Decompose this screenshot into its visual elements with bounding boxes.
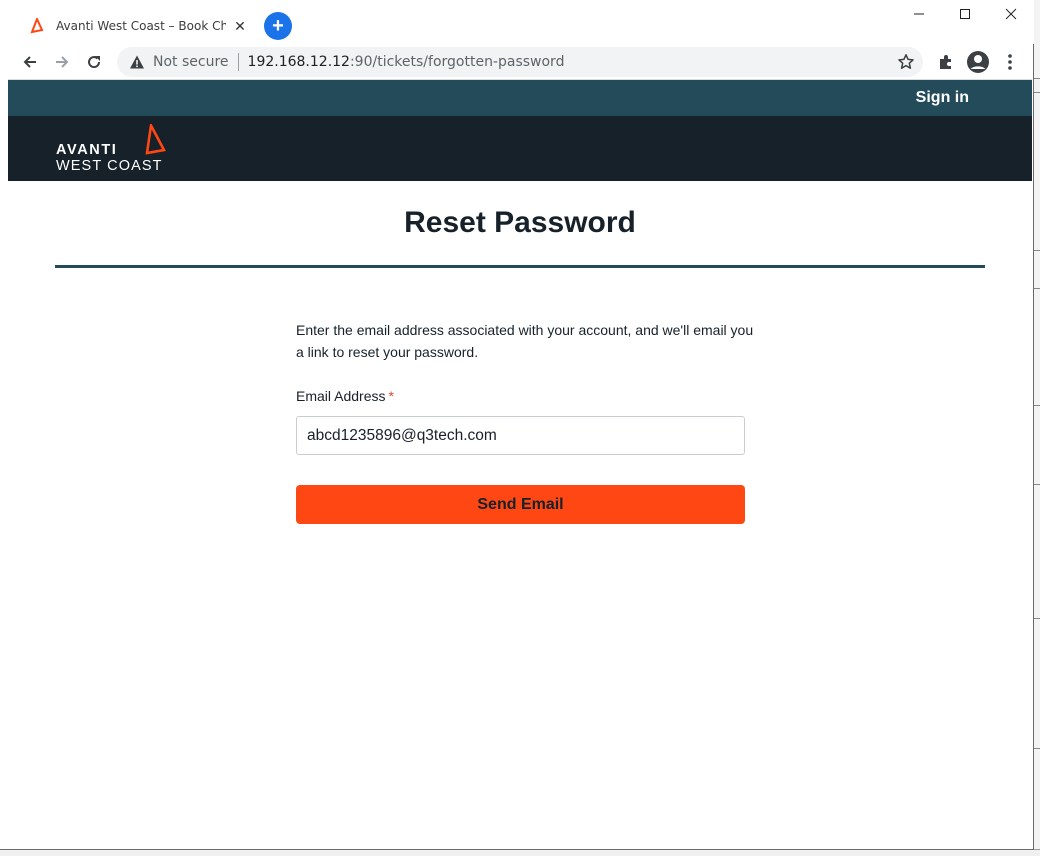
url-host: 192.168.12.12	[247, 54, 350, 70]
minimize-icon	[914, 13, 924, 15]
avanti-logo[interactable]: AVANTI WEST COAST	[55, 124, 175, 176]
logo-line-1: AVANTI	[56, 142, 118, 158]
back-arrow-icon	[23, 56, 36, 68]
sign-in-link[interactable]: Sign in	[916, 89, 969, 107]
browser-window: Avanti West Coast – Book Cheap ✕ +	[0, 0, 1034, 850]
address-bar[interactable]: Not secure 192.168.12.12:90/tickets/forg…	[117, 47, 923, 77]
avatar-icon	[967, 51, 989, 73]
puzzle-icon	[940, 55, 951, 69]
bookmark-star-icon[interactable]	[897, 53, 915, 71]
logo-line-2: WEST COAST	[56, 158, 163, 174]
desktop-taskbar-edge	[0, 849, 1040, 856]
forward-button[interactable]	[48, 48, 76, 76]
new-tab-button[interactable]: +	[264, 12, 292, 40]
web-page: Sign in AVANTI WEST COAST Reset Password…	[8, 80, 1032, 849]
close-icon	[1005, 8, 1017, 20]
reset-instructions: Enter the email address associated with …	[296, 322, 754, 360]
tab-strip: Avanti West Coast – Book Cheap ✕ +	[0, 0, 1034, 44]
profile-button[interactable]	[964, 48, 992, 76]
extensions-button[interactable]	[932, 48, 960, 76]
forward-arrow-icon	[56, 56, 69, 68]
email-label-text: Email Address	[296, 388, 386, 404]
minimize-button[interactable]	[896, 0, 942, 28]
avanti-triangle-mark-icon	[145, 124, 166, 155]
top-utility-bar: Sign in	[8, 80, 1032, 116]
required-marker: *	[388, 388, 394, 404]
tab-title: Avanti West Coast – Book Cheap	[56, 19, 226, 33]
warning-icon	[130, 55, 144, 69]
tab-close-icon[interactable]: ✕	[232, 18, 248, 34]
browser-tab[interactable]: Avanti West Coast – Book Cheap ✕	[18, 8, 256, 44]
url-text[interactable]: 192.168.12.12:90/tickets/forgotten-passw…	[248, 54, 565, 70]
back-button[interactable]	[16, 48, 44, 76]
send-email-button[interactable]: Send Email	[296, 485, 745, 524]
kebab-menu-icon	[1008, 54, 1012, 70]
url-path: :90/tickets/forgotten-password	[349, 54, 565, 70]
security-status[interactable]: Not secure	[153, 54, 229, 70]
email-label: Email Address *	[296, 388, 394, 404]
brand-header: AVANTI WEST COAST	[8, 116, 1032, 181]
address-divider	[237, 53, 239, 71]
maximize-button[interactable]	[942, 0, 988, 28]
email-field[interactable]	[296, 416, 745, 455]
browser-menu-button[interactable]	[996, 48, 1024, 76]
maximize-icon	[960, 9, 970, 19]
reload-button[interactable]	[80, 48, 108, 76]
page-title: Reset Password	[404, 206, 636, 239]
close-window-button[interactable]	[988, 0, 1034, 28]
reload-icon	[88, 56, 101, 69]
title-divider	[55, 265, 985, 268]
browser-toolbar: Not secure 192.168.12.12:90/tickets/forg…	[8, 44, 1032, 80]
avanti-favicon-icon	[30, 18, 44, 34]
